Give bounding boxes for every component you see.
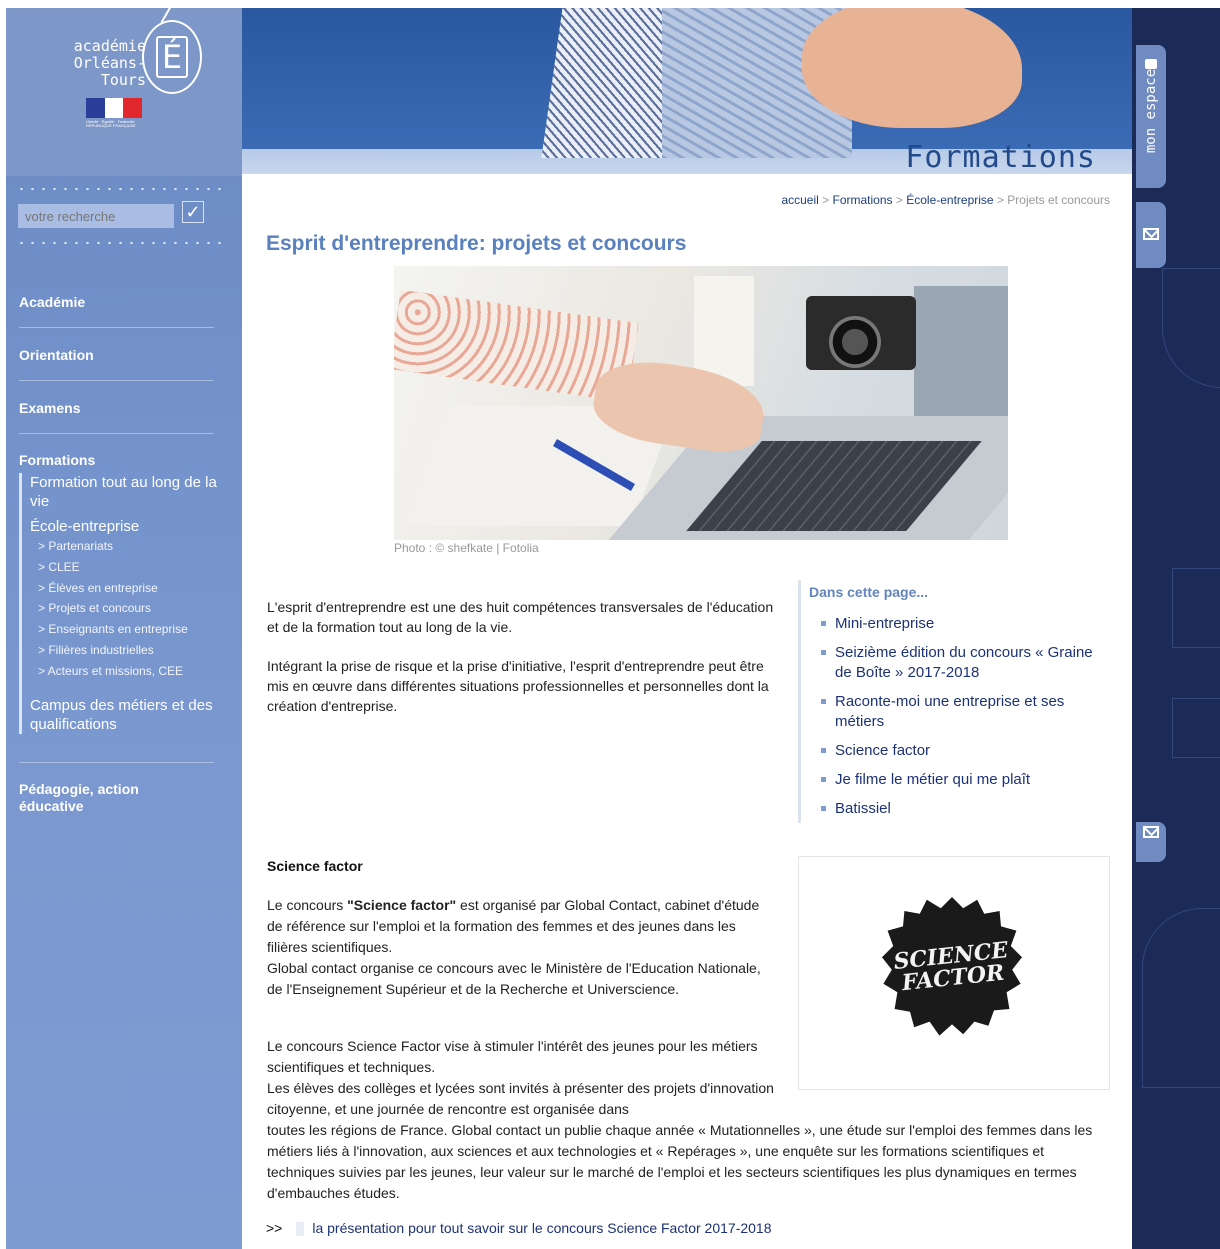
in-page-link[interactable]: Je filme le métier qui me plaît	[821, 770, 1098, 790]
logo-letter: É	[156, 36, 188, 78]
arrow-icon: >>	[266, 1220, 283, 1236]
envelope-icon	[1143, 228, 1159, 240]
breadcrumb-ecole[interactable]: École-entreprise	[906, 193, 993, 207]
nav-formations[interactable]: Formations	[19, 452, 95, 468]
more-info-link[interactable]: >> la présentation pour tout savoir sur l…	[266, 1220, 772, 1237]
header-banner: Formations	[242, 8, 1132, 174]
sub-formation-vie[interactable]: Formation tout au long de la vie	[30, 473, 231, 511]
breadcrumb: accueil > Formations > École-entreprise …	[690, 193, 1110, 207]
logo-text: académie Orléans-Tours	[46, 38, 146, 89]
breadcrumb-formations[interactable]: Formations	[833, 193, 893, 207]
nav-orientation[interactable]: Orientation	[19, 347, 94, 363]
sub-clee[interactable]: > CLEE	[30, 557, 231, 578]
sf-p1-line2: Global contact organise ce concours avec…	[267, 960, 761, 997]
sub-ecole-entreprise[interactable]: École-entreprise	[30, 517, 231, 536]
left-sidebar: académie Orléans-Tours É Liberté · Égali…	[6, 2, 242, 1249]
envelope-icon	[1143, 826, 1159, 838]
mail-tab[interactable]	[1136, 202, 1166, 268]
sf-p3a: Les élèves des collèges et lycées sont i…	[267, 1080, 774, 1117]
nav-separator	[19, 762, 214, 763]
in-page-link[interactable]: Raconte-moi une entreprise et ses métier…	[821, 692, 1098, 732]
nav-pedagogie[interactable]: Pédagogie, action éducative	[19, 781, 199, 815]
sub-eleves[interactable]: > Élèves en entreprise	[30, 578, 231, 599]
in-page-link[interactable]: Seizième édition du concours « Graine de…	[821, 643, 1098, 683]
mon-espace-tab[interactable]: mon espace	[1136, 45, 1166, 188]
photo-credit: Photo : © shefkate | Fotolia	[394, 541, 539, 555]
in-page-link[interactable]: Science factor	[821, 741, 1098, 761]
page-title: Esprit d'entreprendre: projets et concou…	[266, 232, 687, 255]
mail-tab-duplicate[interactable]	[1136, 822, 1166, 862]
sub-filieres[interactable]: > Filières industrielles	[30, 640, 231, 661]
logo-emblem: É	[142, 20, 202, 94]
nav-separator	[19, 327, 214, 328]
nav-academie[interactable]: Académie	[19, 294, 85, 310]
nav-separator	[19, 380, 214, 381]
breadcrumb-home[interactable]: accueil	[781, 193, 818, 207]
in-page-nav: Dans cette page... Mini-entreprise Seizi…	[798, 580, 1098, 823]
french-flag-icon	[86, 98, 143, 118]
photo-camera-lens	[829, 316, 881, 368]
breadcrumb-sep: >	[892, 193, 907, 207]
checkmark-icon[interactable]: ✓	[182, 201, 204, 223]
dotted-divider	[16, 188, 226, 190]
logo-line1: académie	[73, 37, 146, 55]
link-marker	[296, 1222, 305, 1237]
lock-icon	[1145, 59, 1157, 69]
science-factor-logo: SCIENCE FACTOR	[798, 856, 1110, 1090]
formations-submenu: Formation tout au long de la vie École-e…	[19, 473, 231, 734]
section-heading: Science factor	[267, 858, 363, 874]
sf-paragraph-3: toutes les régions de France. Global con…	[267, 1122, 1093, 1201]
sub-enseignants[interactable]: > Enseignants en entreprise	[30, 619, 231, 640]
hero-photo	[394, 266, 1008, 540]
in-page-link[interactable]: Batissiel	[821, 799, 1098, 819]
logo-line2: Orléans-Tours	[73, 54, 146, 89]
sf-p1-pre: Le concours	[267, 897, 348, 913]
sf-paragraph-2: Le concours Science Factor vise à stimul…	[267, 1036, 777, 1120]
in-page-title: Dans cette page...	[809, 584, 929, 600]
republic-caption: Liberté · Égalité · Fraternité RÉPUBLIQU…	[86, 119, 136, 128]
sub-campus[interactable]: Campus des métiers et des qualifications	[30, 696, 231, 734]
sf-p1-bold: "Science factor"	[347, 897, 457, 913]
breadcrumb-current: Projets et concours	[1007, 193, 1110, 207]
sub-projets[interactable]: > Projets et concours	[30, 598, 231, 619]
sub-partenariats[interactable]: > Partenariats	[30, 536, 231, 557]
search-input[interactable]	[18, 204, 174, 228]
sf-paragraph-1: Le concours "Science factor" est organis…	[267, 895, 777, 1000]
academy-logo[interactable]: académie Orléans-Tours É Liberté · Égali…	[6, 2, 242, 176]
sub-acteurs[interactable]: > Acteurs et missions, CEE	[30, 661, 231, 682]
right-decoration	[1132, 8, 1220, 1249]
breadcrumb-sep: >	[993, 193, 1008, 207]
in-page-link[interactable]: Mini-entreprise	[821, 614, 1098, 634]
mon-espace-label: mon espace	[1143, 68, 1159, 154]
dotted-divider	[16, 242, 226, 244]
sf-p2: Le concours Science Factor vise à stimul…	[267, 1038, 758, 1075]
intro-paragraph-2: Intégrant la prise de risque et la prise…	[267, 658, 769, 714]
nav-separator	[19, 433, 214, 434]
more-link-text[interactable]: la présentation pour tout savoir sur le …	[312, 1220, 771, 1236]
intro-paragraph-1: L'esprit d'entreprendre est une des huit…	[267, 599, 774, 635]
nav-examens[interactable]: Examens	[19, 400, 80, 416]
banner-title: Formations	[905, 140, 1096, 174]
breadcrumb-sep: >	[818, 193, 833, 207]
banner-hand-graphic	[802, 8, 1022, 128]
